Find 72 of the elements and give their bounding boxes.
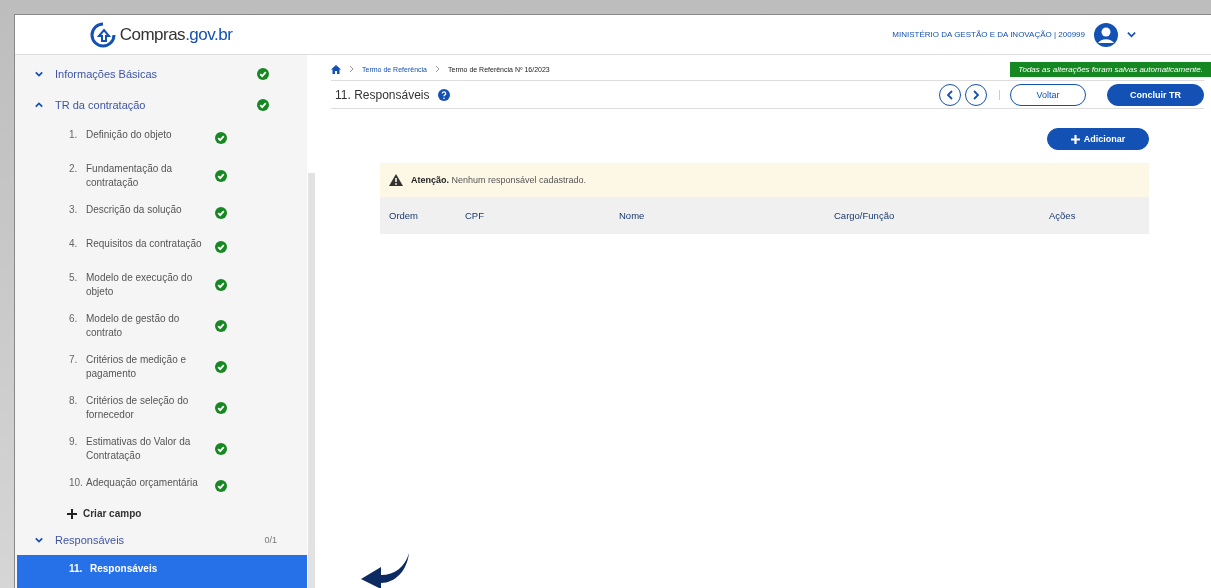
check-circle-icon — [257, 68, 269, 81]
chevron-right-icon — [349, 65, 354, 73]
sidebar-item[interactable]: Fundamentação da contratação — [86, 161, 214, 190]
autosave-status: Todas as alterações foram salvas automaticamente. — [1010, 61, 1211, 77]
next-button[interactable] — [965, 83, 987, 106]
sidebar-item[interactable]: Critérios de seleção do fornecedor — [86, 394, 214, 422]
sidebar-item[interactable]: Descrição da solução — [86, 202, 214, 217]
sidebar-item[interactable]: Definição do objeto — [86, 127, 214, 142]
back-button[interactable]: Voltar — [1010, 83, 1086, 106]
check-circle-icon — [215, 131, 227, 144]
section-label[interactable]: Informações Básicas — [55, 68, 257, 81]
check-circle-icon — [257, 99, 269, 112]
check-circle-icon — [215, 206, 227, 219]
item-number: 10. — [69, 476, 84, 491]
help-icon[interactable] — [437, 88, 450, 101]
chevron-up-icon[interactable] — [35, 101, 43, 110]
user-avatar-icon[interactable] — [1093, 21, 1119, 48]
sidebar-item[interactable]: Modelo de gestão do contrato — [86, 311, 214, 340]
home-icon[interactable] — [331, 64, 341, 74]
check-circle-icon — [215, 278, 227, 291]
chevron-down-icon[interactable] — [1127, 30, 1136, 39]
logo-icon — [89, 21, 116, 48]
plus-icon — [67, 508, 77, 519]
item-number: 8. — [69, 394, 79, 408]
column-header: Cargo/Função — [834, 210, 896, 221]
item-number: 5. — [69, 270, 79, 285]
section-label[interactable]: TR da contratação — [55, 99, 257, 112]
check-circle-icon — [215, 169, 227, 182]
sidebar-item[interactable]: Responsáveis — [86, 562, 214, 576]
chevron-left-icon — [946, 89, 954, 100]
alert-message: Atenção. Nenhum responsável cadastrado. — [411, 175, 587, 185]
check-circle-icon — [215, 360, 227, 373]
item-number: 7. — [69, 352, 79, 367]
sidebar-item[interactable]: Requisitos da contratação — [86, 236, 214, 251]
item-number: 3. — [69, 202, 79, 217]
progress-count: 0/1 — [264, 534, 277, 545]
check-circle-icon — [215, 443, 227, 456]
sidebar-item[interactable]: Critérios de medição e pagamento — [86, 352, 214, 381]
selected-sidebar-item[interactable]: 11. Responsáveis — [17, 555, 307, 588]
check-circle-icon — [215, 240, 227, 253]
column-header: Ordem — [389, 210, 420, 221]
previous-button[interactable] — [939, 83, 961, 106]
item-number: 11. — [69, 562, 84, 576]
check-circle-icon — [215, 480, 227, 493]
plus-icon — [1070, 134, 1080, 144]
column-header: Ações — [1049, 210, 1077, 221]
sidebar-item[interactable]: Adequação orçamentária — [86, 476, 214, 491]
column-header: CPF — [465, 210, 485, 221]
item-number: 6. — [69, 311, 79, 326]
check-circle-icon — [215, 402, 227, 414]
finish-button[interactable]: Concluir TR — [1107, 83, 1204, 106]
organization-label: MINISTÉRIO DA GESTÃO E DA INOVAÇÃO | 200999 — [892, 30, 1085, 39]
item-number: 2. — [69, 161, 79, 176]
chevron-right-icon — [435, 65, 440, 73]
chevron-right-icon — [972, 89, 980, 100]
check-circle-icon — [215, 319, 227, 332]
logo-text: Compras.gov.br — [119, 24, 233, 45]
scrollbar[interactable] — [308, 173, 315, 588]
add-button[interactable]: Adicionar — [1047, 128, 1149, 150]
section-label[interactable]: Responsáveis — [55, 533, 265, 546]
item-number: 1. — [69, 127, 79, 142]
curved-arrow-icon — [361, 553, 409, 588]
sidebar-item[interactable]: Modelo de execução do objeto — [86, 270, 214, 299]
column-header: Nome — [619, 210, 646, 221]
page-title: 11. Responsáveis — [335, 87, 430, 102]
create-field-link[interactable]: Criar campo — [83, 508, 142, 520]
item-number: 9. — [69, 435, 79, 450]
chevron-down-icon[interactable] — [35, 70, 43, 79]
chevron-down-icon[interactable] — [35, 535, 43, 544]
sidebar-item[interactable]: Estimativas do Valor da Contratação — [86, 435, 214, 464]
warning-icon — [389, 174, 403, 186]
item-number: 4. — [69, 236, 79, 251]
